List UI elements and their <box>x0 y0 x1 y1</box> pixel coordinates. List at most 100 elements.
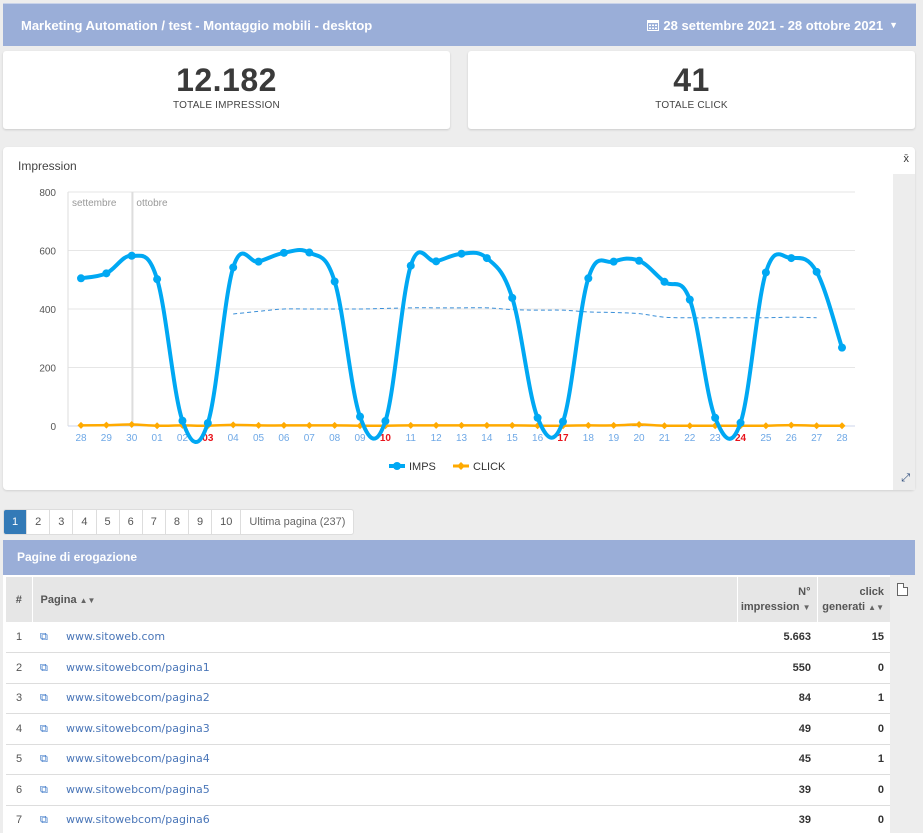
table-row: 3 ⧉ www.sitowebcom/pagina2 84 1 <box>6 683 890 714</box>
click-data-point <box>407 421 415 429</box>
month-label: ottobre <box>136 198 168 209</box>
click-data-point <box>280 421 288 429</box>
click-data-point <box>255 421 263 429</box>
page-link[interactable]: www.sitowebcom/pagina1 <box>66 661 210 674</box>
click-data-point <box>838 422 846 430</box>
external-link-icon[interactable]: ⧉ <box>40 692 66 705</box>
legend-click-label: CLICK <box>473 461 506 473</box>
col-header-clicks-line2: generati <box>822 600 866 613</box>
imps-data-point <box>635 256 644 265</box>
y-tick-label: 800 <box>39 188 56 199</box>
sort-desc-icon: ▼ <box>802 602 811 612</box>
imps-data-point <box>609 257 618 266</box>
x-tick-label: 05 <box>253 433 265 444</box>
page-cell: ⧉ www.sitoweb.com <box>32 622 737 653</box>
table-row: 4 ⧉ www.sitowebcom/pagina3 49 0 <box>6 713 890 745</box>
row-number: 5 <box>6 744 32 775</box>
page-button-5[interactable]: 5 <box>97 510 120 534</box>
x-tick-label: 27 <box>811 433 823 444</box>
click-data-point <box>77 421 85 429</box>
imps-data-point <box>229 263 238 272</box>
table-header-row: # Pagina ▲▼ N° impression ▼ click generati… <box>6 577 890 622</box>
page-link[interactable]: www.sitowebcom/pagina5 <box>66 783 210 796</box>
x-tick-label: 15 <box>507 433 519 444</box>
imps-data-point <box>203 419 212 428</box>
click-data-point <box>762 422 770 430</box>
page-link[interactable]: www.sitoweb.com <box>66 630 165 643</box>
x-tick-label: 04 <box>228 433 240 444</box>
expand-icon[interactable]: ⤢ <box>901 472 910 485</box>
click-data-point <box>229 421 237 429</box>
col-header-impressions[interactable]: N° impression ▼ <box>736 577 817 622</box>
click-data-point <box>508 421 516 429</box>
external-link-icon[interactable]: ⧉ <box>40 723 66 736</box>
page-button-10[interactable]: 10 <box>212 510 242 534</box>
click-data-point <box>813 422 821 430</box>
x-tick-label: 07 <box>304 433 316 444</box>
click-data-point <box>635 421 643 429</box>
last-page-button[interactable]: Ultima pagina (237) <box>241 510 353 534</box>
page-link[interactable]: www.sitowebcom/pagina2 <box>66 691 210 704</box>
x-tick-label: 25 <box>760 433 772 444</box>
top-header-bar: Marketing Automation / test - Montaggio … <box>3 3 916 46</box>
month-label: settembre <box>72 198 117 209</box>
breadcrumb: Marketing Automation / test - Montaggio … <box>21 17 373 33</box>
row-number: 3 <box>6 683 32 714</box>
page-button-8[interactable]: 8 <box>166 510 189 534</box>
x-tick-label: 21 <box>659 433 671 444</box>
kpi-total-impressions: 12.182 TOTALE IMPRESSION <box>3 51 450 129</box>
imps-data-point <box>533 413 542 422</box>
chart-side-toolbar <box>893 174 915 490</box>
table-row: 2 ⧉ www.sitowebcom/pagina1 550 0 <box>6 652 890 684</box>
imps-data-point <box>406 261 415 270</box>
kpi-label: TOTALE IMPRESSION <box>173 100 280 111</box>
legend-imps-label: IMPS <box>409 461 436 473</box>
y-tick-label: 0 <box>50 422 56 433</box>
page-button-9[interactable]: 9 <box>189 510 213 534</box>
click-data-point <box>458 421 465 429</box>
x-tick-label: 19 <box>608 433 620 444</box>
click-data-point <box>331 421 339 429</box>
external-link-icon[interactable]: ⧉ <box>40 784 66 797</box>
table-row: 6 ⧉ www.sitowebcom/pagina5 39 0 <box>6 774 890 806</box>
export-file-icon[interactable] <box>897 583 908 596</box>
page-button-1[interactable]: 1 <box>4 510 28 534</box>
kpi-total-clicks: 41 TOTALE CLICK <box>468 51 915 129</box>
click-data-point <box>128 421 136 429</box>
x-tick-label: 06 <box>278 433 290 444</box>
external-link-icon[interactable]: ⧉ <box>40 631 66 644</box>
mean-toggle-icon[interactable]: x̄ <box>904 153 910 165</box>
row-number: 4 <box>6 713 32 745</box>
col-header-page[interactable]: Pagina ▲▼ <box>31 577 737 622</box>
page-button-4[interactable]: 4 <box>73 510 97 534</box>
clicks-cell: 0 <box>817 774 890 806</box>
col-header-clicks-line1: click <box>859 585 884 598</box>
kpi-label: TOTALE CLICK <box>655 100 728 111</box>
table-side-toolbar <box>890 575 915 833</box>
external-link-icon[interactable]: ⧉ <box>40 662 66 675</box>
x-tick-label: 09 <box>354 433 366 444</box>
legend-click-marker <box>457 462 465 470</box>
page-cell: ⧉ www.sitowebcom/pagina3 <box>32 713 737 745</box>
x-tick-label: 29 <box>101 433 113 444</box>
date-range-picker[interactable]: 28 settembre 2021 - 28 ottobre 2021 ▼ <box>647 18 898 33</box>
x-tick-label: 22 <box>684 433 696 444</box>
click-data-point <box>686 422 694 430</box>
x-tick-label: 01 <box>152 433 164 444</box>
click-data-point <box>610 421 618 429</box>
impressions-cell: 45 <box>737 744 817 775</box>
external-link-icon[interactable]: ⧉ <box>40 814 66 827</box>
delivery-pages-panel: Pagine di erogazione # Pagina ▲▼ N° impre… <box>3 540 915 833</box>
page-button-3[interactable]: 3 <box>50 510 74 534</box>
page-button-7[interactable]: 7 <box>143 510 166 534</box>
imps-data-point <box>432 257 441 266</box>
imps-data-point <box>102 269 111 278</box>
page-link[interactable]: www.sitowebcom/pagina4 <box>66 752 210 765</box>
external-link-icon[interactable]: ⧉ <box>40 753 66 766</box>
col-header-clicks[interactable]: click generati ▲▼ <box>816 577 890 622</box>
page-link[interactable]: www.sitowebcom/pagina3 <box>66 722 210 735</box>
click-data-point <box>153 422 161 430</box>
page-button-2[interactable]: 2 <box>27 510 51 534</box>
page-button-6[interactable]: 6 <box>120 510 143 534</box>
page-link[interactable]: www.sitowebcom/pagina6 <box>66 813 210 826</box>
